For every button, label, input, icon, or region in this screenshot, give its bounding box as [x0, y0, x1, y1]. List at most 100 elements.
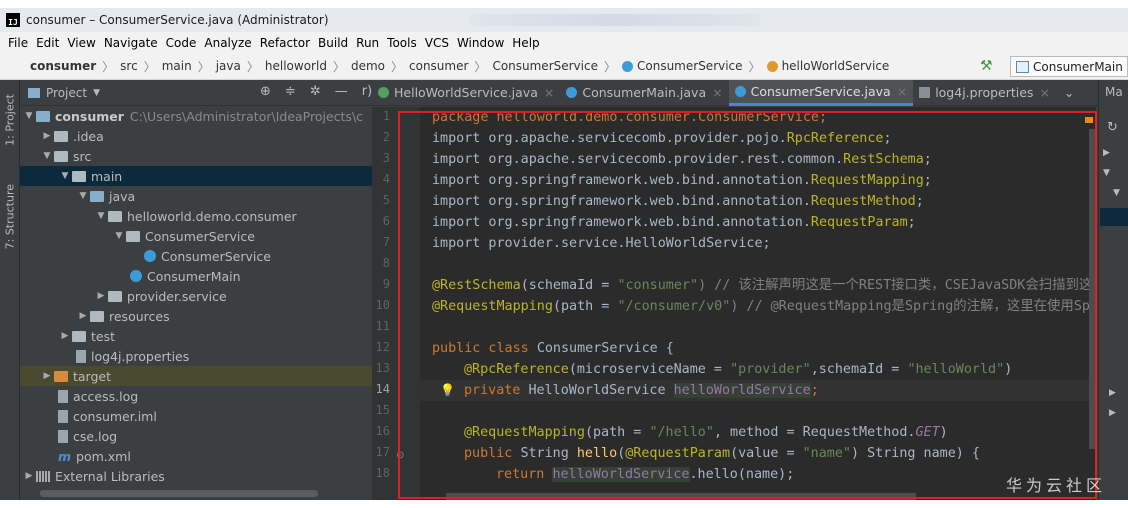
chevron-right-icon[interactable]: ▶ [1109, 388, 1116, 398]
crumb-class-consumerservice[interactable]: ConsumerService [637, 59, 743, 73]
menu-edit[interactable]: Edit [36, 36, 59, 50]
menu-view[interactable]: View [67, 36, 95, 50]
tree-label: log4j.properties [91, 348, 190, 364]
watermark: 华为云社区 [1006, 476, 1107, 495]
tab-label: HelloWorldService.java [394, 85, 538, 100]
class-main-icon [566, 87, 578, 98]
tree-item-java[interactable]: ▼ java [20, 186, 372, 206]
structure-tool-tab[interactable]: 7: Structure [2, 184, 18, 249]
tree-label: resources [109, 308, 170, 324]
close-icon[interactable]: × [712, 85, 722, 100]
crumb-main[interactable]: main [162, 59, 192, 73]
menu-run[interactable]: Run [356, 36, 379, 50]
crumb-java[interactable]: java [216, 59, 241, 73]
crumb-project[interactable]: consumer [30, 59, 96, 73]
project-view-select[interactable]: Project [46, 86, 87, 100]
module-folder-icon [36, 110, 50, 122]
properties-file-icon [919, 87, 931, 98]
right-tool-panel: Ma ↻ ▶ ▼ ▼ ▶ ▶ [1098, 80, 1128, 500]
tree-item-main[interactable]: ▼ main [20, 166, 372, 186]
tab-consumerservice[interactable]: ConsumerService.java × [728, 79, 914, 106]
chevron-right-icon[interactable]: ▶ [1103, 148, 1110, 158]
line-number: 11 [375, 319, 390, 333]
tree-item-consumer-iml[interactable]: consumer.iml [20, 406, 372, 426]
menu-tools[interactable]: Tools [387, 36, 417, 50]
tree-item-idea[interactable]: ▶ .idea [20, 126, 372, 146]
line-number: 7 [382, 235, 390, 249]
crumb-package-consumerservice[interactable]: ConsumerService [492, 59, 598, 73]
run-config-label: ConsumerMain [1033, 59, 1123, 74]
project-tool-tab[interactable]: 1: Project [2, 94, 18, 146]
menu-code[interactable]: Code [166, 36, 197, 50]
tab-overflow-label[interactable]: Ma [1105, 85, 1123, 99]
tab-consumermain[interactable]: ConsumerMain.java × [560, 80, 728, 106]
crumb-demo[interactable]: demo [351, 59, 385, 73]
menu-help[interactable]: Help [512, 36, 539, 50]
menu-navigate[interactable]: Navigate [104, 36, 158, 50]
class-icon [734, 85, 746, 97]
tree-item-consumer[interactable]: ▼ consumer C:\Users\Administrator\IdeaPr… [20, 106, 372, 126]
class-icon [144, 250, 156, 262]
source-folder-icon [90, 190, 104, 202]
close-icon[interactable]: × [897, 84, 907, 99]
tree-item-resources[interactable]: ▶ resources [20, 306, 372, 326]
tree-path: C:\Users\Administrator\IdeaProjects\c [129, 108, 364, 124]
close-icon[interactable]: × [544, 85, 554, 100]
chevron-down-icon[interactable]: ▼ [1113, 188, 1120, 198]
crumb-field[interactable]: helloWorldService [782, 59, 890, 73]
crumb-consumer[interactable]: consumer [409, 59, 468, 73]
tree-item-package-consumer[interactable]: ▼ helloworld.demo.consumer [20, 206, 372, 226]
tab-helloworldservice[interactable]: HelloWorldService.java × [372, 80, 560, 106]
tree-label: ConsumerService [145, 228, 255, 244]
tree-item-package-consumerservice[interactable]: ▼ ConsumerService [20, 226, 372, 246]
tab-list-chevron-icon[interactable]: ⌄ [1056, 85, 1082, 100]
locate-icon[interactable]: ⊕ [260, 84, 271, 99]
crumb-helloworld[interactable]: helloworld [265, 59, 327, 73]
line-number: 9 [382, 277, 390, 291]
project-panel-toolbar: ⊕ ≑ ✲ — r) [260, 84, 372, 99]
project-horizontal-scrollbar[interactable] [40, 490, 318, 497]
refresh-icon[interactable]: ↻ [1107, 120, 1118, 135]
tree-item-test[interactable]: ▶ test [20, 326, 372, 346]
tree-item-pom[interactable]: m pom.xml [20, 446, 372, 466]
tree-label: java [109, 188, 136, 204]
selected-row[interactable] [1100, 208, 1128, 226]
tree-item-consumermain[interactable]: ConsumerMain [20, 266, 372, 286]
chevron-down-icon[interactable]: ▼ [93, 88, 100, 98]
tree-item-provider-service[interactable]: ▶ provider.service [20, 286, 372, 306]
tree-item-src[interactable]: ▼ src [20, 146, 372, 166]
menu-analyze[interactable]: Analyze [204, 36, 251, 50]
gear-icon[interactable]: ✲ [310, 84, 321, 99]
libraries-icon [36, 470, 50, 482]
tree-label: cse.log [73, 428, 118, 444]
line-number: 2 [382, 130, 390, 144]
crumb-src[interactable]: src [120, 59, 138, 73]
close-icon[interactable]: × [1039, 85, 1049, 100]
tree-item-external-libraries[interactable]: ▶ External Libraries [20, 466, 372, 486]
chevron-down-icon[interactable]: ▼ [1103, 168, 1110, 178]
chevron-right-icon[interactable]: ▶ [1109, 408, 1116, 418]
menu-build[interactable]: Build [318, 36, 348, 50]
build-hammer-icon[interactable]: ⚒ [980, 58, 993, 74]
tab-log4j[interactable]: log4j.properties × [913, 80, 1056, 106]
tree-item-log4j[interactable]: log4j.properties [20, 346, 372, 366]
tree-item-access-log[interactable]: access.log [20, 386, 372, 406]
project-panel: Project ▼ ⊕ ≑ ✲ — r) ▼ consumer C:\Users… [20, 80, 372, 500]
title-bar: IJ consumer – ConsumerService.java (Admi… [0, 8, 1128, 32]
hide-icon[interactable]: — [335, 84, 348, 99]
menu-window[interactable]: Window [457, 36, 504, 50]
structure-tool-tab-label: 7: Structure [3, 184, 17, 250]
tree-item-target[interactable]: ▶ target [20, 366, 372, 386]
collapse-all-icon[interactable]: ≑ [285, 84, 296, 99]
tab-label: log4j.properties [935, 85, 1034, 100]
run-configuration-select[interactable]: ConsumerMain [1010, 56, 1128, 77]
line-number: 12 [375, 340, 390, 354]
tree-item-cse-log[interactable]: cse.log [20, 426, 372, 446]
tree-item-class-consumerservice[interactable]: ConsumerService [20, 246, 372, 266]
menu-file[interactable]: File [8, 36, 28, 50]
menu-vcs[interactable]: VCS [425, 36, 449, 50]
menu-refactor[interactable]: Refactor [260, 36, 310, 50]
tree-label: test [91, 328, 116, 344]
iml-file-icon [58, 409, 68, 423]
line-number: 18 [375, 466, 390, 480]
